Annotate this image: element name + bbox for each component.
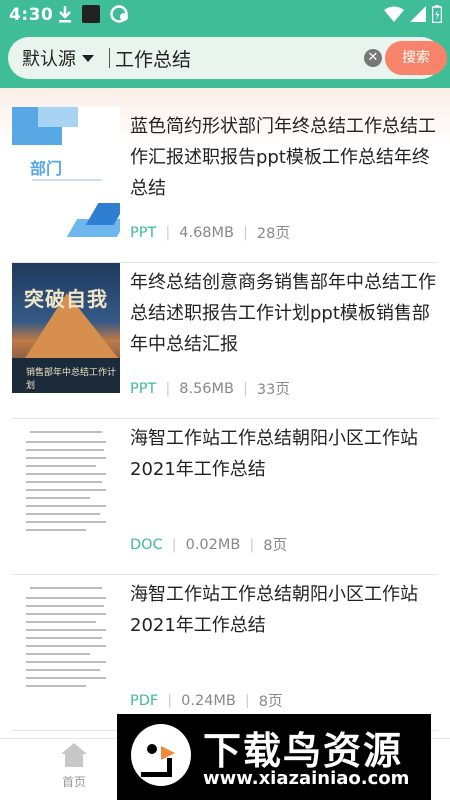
search-input[interactable]	[115, 43, 351, 73]
result-thumbnail[interactable]: 部门	[12, 107, 120, 237]
bird-logo-icon	[131, 724, 191, 786]
doc-line	[26, 481, 102, 483]
file-type-badge: PPT	[130, 380, 157, 397]
doc-line	[26, 685, 86, 687]
doc-line	[26, 621, 96, 623]
meta-separator: |	[171, 536, 177, 553]
doc-line	[26, 677, 106, 679]
chat-app-icon	[110, 5, 128, 23]
doc-line	[26, 669, 100, 671]
meta-separator: |	[243, 224, 248, 241]
doc-line	[26, 529, 86, 531]
nav-item-home[interactable]: 首页	[52, 743, 96, 790]
doc-line	[26, 645, 106, 647]
doc-line	[26, 497, 90, 499]
doc-line	[26, 441, 106, 443]
watermark-url: www.xiazainiao.com	[203, 768, 410, 789]
search-button[interactable]: 搜索	[385, 41, 447, 75]
page-count: 8页	[263, 538, 287, 554]
result-title[interactable]: 海智工作站工作总结朝阳小区工作站2021年工作总结	[130, 579, 438, 641]
status-bar: 4:30	[0, 0, 450, 30]
doc-line	[30, 587, 102, 589]
result-meta: PDF | 0.24MB | 8页	[130, 690, 283, 711]
battery-icon	[432, 5, 442, 23]
nav-home-label: 首页	[61, 775, 86, 789]
square-app-icon	[82, 5, 100, 23]
watermark-title: 下载鸟资源	[203, 729, 404, 773]
doc-line	[26, 489, 106, 491]
meta-separator: |	[244, 692, 250, 709]
wifi-icon	[384, 6, 404, 22]
clear-search-icon[interactable]: ✕	[364, 49, 382, 67]
signal-icon	[410, 6, 426, 22]
result-thumbnail[interactable]	[12, 419, 120, 549]
doc-line	[26, 629, 106, 631]
source-dropdown-label: 默认源	[22, 49, 76, 70]
result-title[interactable]: 年终总结创意商务销售部年中总结工作总结述职报告工作计划ppt模板销售部年中总结汇…	[130, 267, 438, 360]
app-screen: 4:30 默认源 工作总结 ✕ 搜索 部门 蓝色简约形状部门年终总结工作总结工作…	[0, 0, 450, 800]
meta-separator: |	[165, 380, 171, 397]
doc-line	[26, 513, 100, 515]
list-item[interactable]: 海智工作站工作总结朝阳小区工作站2021年工作总结 PDF | 0.24MB |…	[12, 575, 438, 731]
meta-separator: |	[165, 224, 171, 241]
file-size: 8.56MB	[179, 380, 234, 397]
list-item[interactable]: 部门 蓝色简约形状部门年终总结工作总结工作汇报述职报告ppt模板工作总结年终总结…	[12, 107, 438, 263]
result-meta: PPT | 4.68MB | 28页	[130, 222, 290, 243]
result-title[interactable]: 海智工作站工作总结朝阳小区工作站2021年工作总结	[130, 423, 438, 485]
doc-line	[30, 431, 102, 433]
doc-line	[26, 465, 96, 467]
search-divider	[109, 48, 110, 68]
meta-separator: |	[167, 692, 173, 709]
search-bar: 默认源 ✕ 搜索	[8, 37, 447, 79]
file-size: 0.24MB	[181, 692, 236, 709]
doc-line	[26, 613, 106, 615]
file-size: 0.02MB	[185, 536, 241, 553]
result-meta: DOC | 0.02MB | 8页	[130, 534, 287, 555]
page-count: 28页	[256, 226, 290, 242]
page-count: 8页	[258, 694, 283, 710]
doc-line	[26, 661, 106, 663]
doc-line	[26, 473, 106, 475]
download-icon	[59, 6, 71, 23]
meta-separator: |	[249, 536, 255, 553]
doc-line	[26, 653, 90, 655]
thumb-shape	[38, 107, 78, 127]
source-dropdown[interactable]: 默认源	[22, 37, 94, 79]
thumb-shape	[85, 203, 120, 225]
doc-line	[26, 449, 104, 451]
home-icon	[61, 743, 87, 767]
header: 4:30 默认源 工作总结 ✕ 搜索	[0, 0, 450, 88]
file-type-badge: PDF	[130, 692, 159, 709]
list-item[interactable]: 海智工作站工作总结朝阳小区工作站2021年工作总结 DOC | 0.02MB |…	[12, 419, 438, 575]
thumb-text: 部门	[30, 159, 63, 178]
result-list[interactable]: 部门 蓝色简约形状部门年终总结工作总结工作汇报述职报告ppt模板工作总结年终总结…	[0, 88, 450, 738]
chevron-down-icon	[82, 54, 94, 62]
result-meta: PPT | 8.56MB | 33页	[130, 378, 290, 399]
doc-line	[26, 457, 106, 459]
file-type-badge: DOC	[130, 536, 163, 553]
meta-separator: |	[243, 380, 248, 397]
doc-line	[26, 605, 104, 607]
doc-line	[26, 521, 106, 523]
watermark-banner: 下载鸟资源 www.xiazainiao.com	[117, 714, 431, 800]
list-item[interactable]: 突破自我 销售部年中总结工作计划 年终总结创意商务销售部年中总结工作总结述职报告…	[12, 263, 438, 419]
status-time: 4:30	[9, 5, 54, 25]
doc-line	[26, 637, 102, 639]
result-title[interactable]: 蓝色简约形状部门年终总结工作总结工作汇报述职报告ppt模板工作总结年终总结	[130, 111, 438, 204]
doc-line	[26, 505, 106, 507]
file-type-badge: PPT	[130, 224, 157, 241]
page-count: 33页	[256, 382, 290, 398]
thumb-text: 突破自我	[24, 287, 108, 311]
thumb-caption: 销售部年中总结工作计划	[26, 368, 117, 391]
thumb-line	[32, 179, 102, 181]
result-thumbnail[interactable]	[12, 575, 120, 705]
result-thumbnail[interactable]: 突破自我 销售部年中总结工作计划	[12, 263, 120, 393]
file-size: 4.68MB	[179, 224, 234, 241]
status-left-icons	[58, 5, 130, 23]
status-right-icons	[384, 5, 442, 23]
doc-line	[26, 597, 106, 599]
